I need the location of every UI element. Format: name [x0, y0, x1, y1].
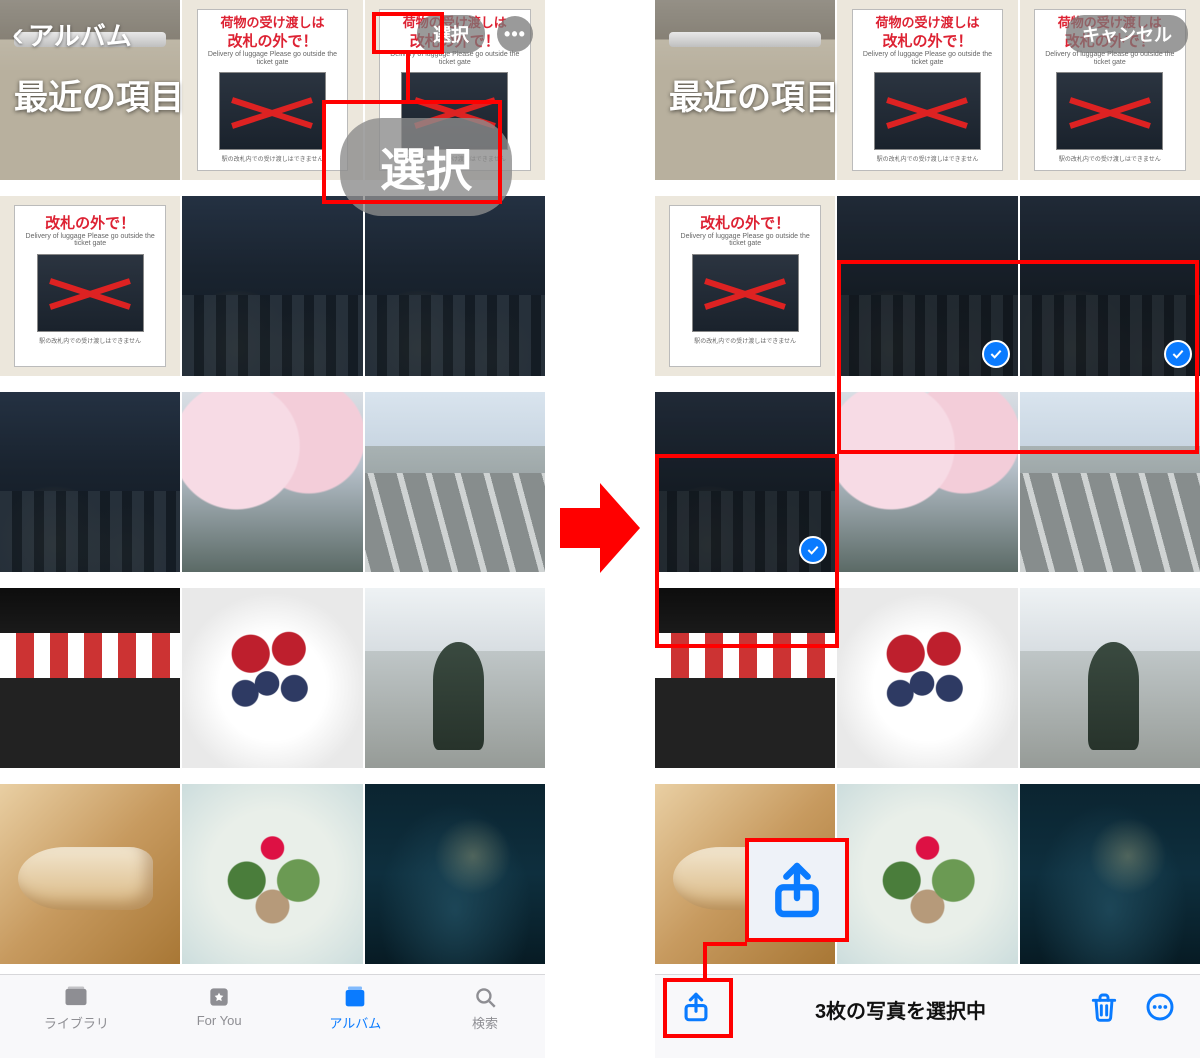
photo-thumbnail[interactable] — [182, 196, 362, 376]
photo-thumbnail-selected[interactable] — [655, 392, 835, 572]
albums-icon — [339, 983, 371, 1011]
navigation-bar: キャンセル — [655, 0, 1200, 68]
more-button[interactable] — [1144, 991, 1176, 1029]
album-title: 最近の項目 — [14, 70, 184, 119]
phone-screenshot-left: 荷物の受け渡しは 改札の外で！ Delivery of luggage Plea… — [0, 0, 545, 1058]
photo-thumbnail[interactable] — [182, 588, 362, 768]
photo-thumbnail[interactable] — [1020, 392, 1200, 572]
back-label: アルバム — [28, 16, 132, 53]
select-callout-large: 選択 — [340, 118, 512, 216]
photo-thumbnail[interactable] — [837, 392, 1017, 572]
photo-thumbnail[interactable]: 改札の外で！ Delivery of luggage Please go out… — [0, 196, 180, 376]
photo-thumbnail[interactable] — [365, 392, 545, 572]
phone-screenshot-right: 荷物の受け渡しは 改札の外で！ Delivery of luggage Plea… — [655, 0, 1200, 1058]
photo-thumbnail[interactable] — [365, 196, 545, 376]
photo-thumbnail-selected[interactable] — [1020, 196, 1200, 376]
more-button[interactable]: ••• — [497, 16, 533, 52]
trash-button[interactable] — [1088, 991, 1120, 1029]
photo-thumbnail-selected[interactable] — [837, 196, 1017, 376]
share-button[interactable] — [679, 990, 713, 1030]
share-callout-large — [749, 842, 845, 938]
tab-albums[interactable]: アルバム — [329, 983, 381, 1032]
tab-search[interactable]: 検索 — [469, 983, 501, 1032]
photo-thumbnail[interactable] — [1020, 784, 1200, 964]
photo-thumbnail[interactable] — [655, 588, 835, 768]
photo-thumbnail[interactable] — [837, 588, 1017, 768]
arrow-right-annotation — [560, 478, 640, 578]
sign-foot: 駅の改札内での受け渡しはできません — [222, 154, 324, 163]
cancel-button[interactable]: キャンセル — [1066, 15, 1188, 53]
back-button[interactable]: ‹ アルバム — [12, 13, 132, 55]
navigation-bar: ‹ アルバム 選択 ••• — [0, 0, 545, 68]
tab-label: 検索 — [472, 1013, 498, 1032]
album-title: 最近の項目 — [669, 70, 839, 119]
tab-label: For You — [197, 1013, 242, 1028]
tab-bar: ライブラリ For You アルバム 検索 — [0, 974, 545, 1058]
photo-thumbnail[interactable] — [182, 784, 362, 964]
photo-thumbnail[interactable] — [0, 588, 180, 768]
check-icon — [982, 340, 1010, 368]
for-you-icon — [203, 983, 235, 1011]
photo-thumbnail[interactable]: 改札の外で！ Delivery of luggage Please go out… — [655, 196, 835, 376]
tab-label: アルバム — [329, 1013, 381, 1032]
selection-status: 3枚の写真を選択中 — [815, 995, 986, 1024]
select-button[interactable]: 選択 — [417, 15, 485, 53]
photo-thumbnail[interactable] — [0, 392, 180, 572]
library-icon — [60, 983, 92, 1011]
tab-label: ライブラリ — [44, 1013, 109, 1032]
tab-library[interactable]: ライブラリ — [44, 983, 109, 1032]
chevron-left-icon: ‹ — [12, 13, 24, 55]
photo-thumbnail[interactable] — [365, 784, 545, 964]
photo-thumbnail[interactable] — [365, 588, 545, 768]
selection-toolbar: 3枚の写真を選択中 — [655, 974, 1200, 1058]
search-icon — [469, 983, 501, 1011]
tab-for-you[interactable]: For You — [197, 983, 242, 1028]
photo-thumbnail[interactable] — [0, 784, 180, 964]
photo-grid: 荷物の受け渡しは 改札の外で！ Delivery of luggage Plea… — [655, 0, 1200, 978]
photo-thumbnail[interactable] — [182, 392, 362, 572]
ellipsis-icon: ••• — [504, 24, 526, 45]
photo-thumbnail[interactable] — [1020, 588, 1200, 768]
photo-thumbnail[interactable] — [837, 784, 1017, 964]
